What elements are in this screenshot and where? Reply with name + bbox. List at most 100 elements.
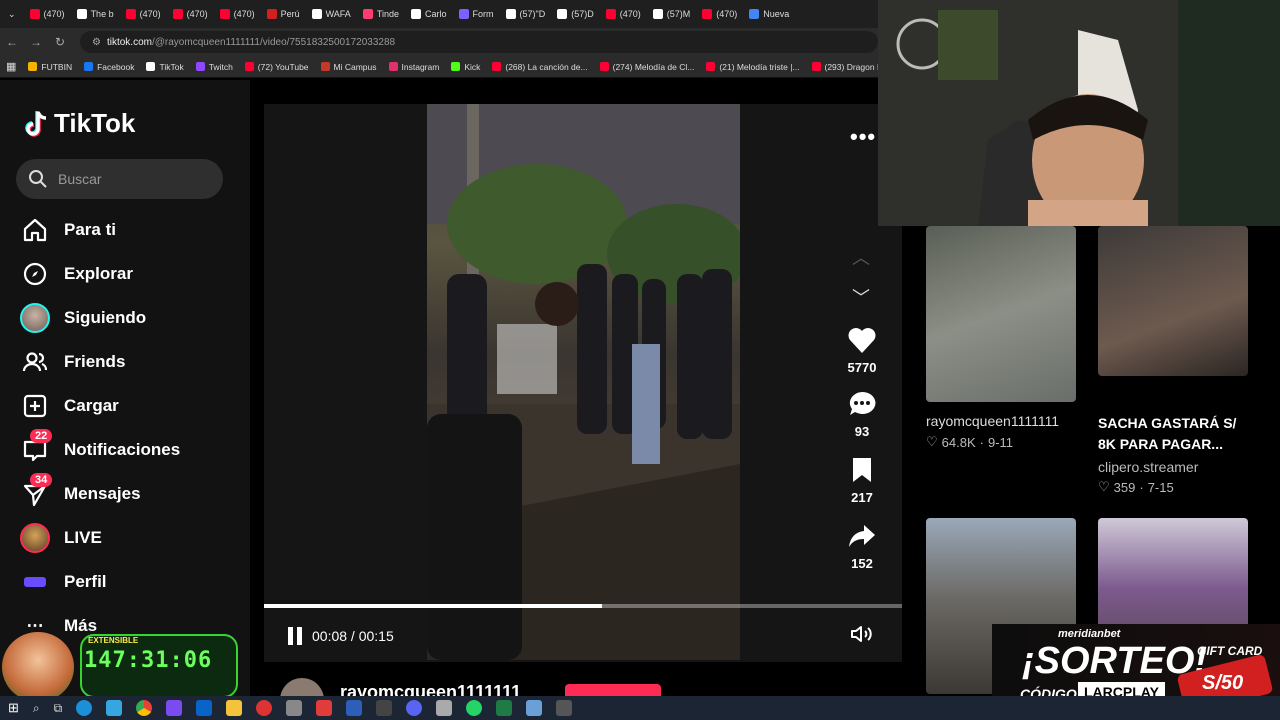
recommended-video-title[interactable]: SACHA GASTARÁ S/ 8K PARA PAGAR... [1098, 413, 1258, 455]
app-icon[interactable] [376, 700, 393, 716]
nav-cargar[interactable]: Cargar [20, 390, 119, 422]
like-action[interactable]: 5770 [842, 326, 882, 375]
back-icon[interactable]: ← [0, 35, 24, 49]
nav-notificaciones[interactable]: 22 Notificaciones [20, 429, 180, 466]
nav-para-ti[interactable]: Para ti [20, 214, 116, 246]
author-name[interactable]: rayomcqueen1111111 [340, 682, 521, 696]
bookmark-item[interactable]: (268) La canción de... [486, 62, 593, 72]
store-icon[interactable] [106, 700, 123, 716]
recommended-video-author[interactable]: clipero.streamer [1098, 459, 1198, 475]
windows-taskbar: ⊞ ⌕ ⧉ [0, 696, 1280, 720]
recommended-video-author[interactable]: rayomcqueen1111111 [926, 413, 1059, 429]
video-progress-bar[interactable] [264, 604, 902, 608]
app-icon[interactable] [286, 700, 303, 716]
heart-outline-icon: ♡ [926, 434, 938, 449]
browser-tab[interactable]: (57)D [551, 0, 600, 28]
chrome-icon[interactable] [136, 700, 153, 716]
more-options-icon[interactable]: ••• [850, 124, 876, 150]
search-input[interactable] [58, 171, 208, 187]
share-action[interactable]: 152 [842, 522, 882, 571]
recommended-video-thumbnail[interactable] [1098, 226, 1248, 376]
app-icon[interactable] [316, 700, 333, 716]
bookmark-label: (293) Dragon Ball E... [824, 61, 879, 72]
bookmark-item[interactable]: FUTBIN [22, 62, 78, 72]
bookmark-item[interactable]: Twitch [190, 62, 239, 72]
browser-tab[interactable]: (470) [24, 0, 71, 28]
video-controls: 00:08 / 00:15 [264, 618, 902, 654]
browser-tab[interactable]: (470) [167, 0, 214, 28]
bookmark-item[interactable]: Facebook [78, 62, 140, 72]
app-icon[interactable] [436, 700, 453, 716]
apps-grid-icon[interactable]: ▦ [0, 60, 22, 73]
bookmark-item[interactable]: (274) Melodía de Cl... [594, 62, 701, 72]
edge-icon[interactable] [76, 700, 93, 716]
calculator-icon[interactable] [556, 700, 573, 716]
previous-video-icon[interactable]: ︿ [852, 244, 870, 270]
bookmarks-bar: ▦ FUTBIN Facebook TikTok Twitch (72) YouTube… [0, 56, 878, 78]
bookmark-item[interactable]: (293) Dragon Ball E... [806, 61, 879, 72]
tab-favicon-icon [266, 9, 277, 19]
browser-tab[interactable]: Nueva [743, 0, 795, 28]
tab-label: Carlo [425, 9, 447, 19]
author-avatar[interactable] [280, 678, 324, 696]
bookmark-item[interactable]: (72) YouTube [239, 62, 315, 72]
nav-live[interactable]: LIVE [20, 522, 102, 554]
browser-tab[interactable]: Carlo [405, 0, 453, 28]
nav-siguiendo[interactable]: Siguiendo [20, 302, 146, 334]
save-action[interactable]: 217 [842, 456, 882, 505]
meta-separator: · [1139, 479, 1144, 495]
browser-tab[interactable]: (470) [600, 0, 647, 28]
nav-friends[interactable]: Friends [20, 346, 125, 378]
search-icon[interactable]: ⌕ [33, 701, 40, 716]
forward-icon[interactable]: → [24, 35, 48, 49]
whatsapp-icon[interactable] [466, 700, 483, 716]
browser-tab[interactable]: Form [453, 0, 500, 28]
next-video-icon[interactable]: ﹀ [852, 284, 870, 310]
nav-label: Cargar [64, 396, 119, 415]
browser-tab[interactable]: (470) [214, 0, 261, 28]
volume-icon[interactable] [850, 624, 874, 649]
browser-tab[interactable]: Tinde [357, 0, 405, 28]
bookmark-item[interactable]: Instagram [383, 62, 446, 72]
app-icon[interactable] [526, 700, 543, 716]
recommended-video-thumbnail[interactable] [926, 226, 1076, 402]
url-field[interactable]: ⚙ tiktok.com/@rayomcqueen1111111/video/7… [80, 31, 878, 53]
browser-tab[interactable]: WAFA [306, 0, 357, 28]
site-info-icon[interactable]: ⚙ [92, 37, 101, 48]
outlook-icon[interactable] [196, 700, 213, 716]
start-icon[interactable]: ⊞ [8, 700, 19, 716]
follow-button[interactable] [565, 684, 661, 696]
post-date: 7-15 [1147, 479, 1174, 495]
browser-tab[interactable]: The b [71, 0, 120, 28]
pause-icon[interactable] [288, 627, 302, 645]
excel-icon[interactable] [496, 700, 513, 716]
tab-label: (470) [233, 9, 255, 19]
heart-outline-icon: ♡ [1098, 479, 1110, 494]
task-view-icon[interactable]: ⧉ [54, 701, 63, 716]
reload-icon[interactable]: ↻ [48, 35, 72, 49]
file-explorer-icon[interactable] [226, 700, 243, 716]
search-box[interactable] [16, 159, 223, 199]
app-icon[interactable] [166, 700, 183, 716]
bookmark-item[interactable]: TikTok [140, 62, 189, 72]
browser-tab[interactable]: (57)"D [500, 0, 552, 28]
discord-icon[interactable] [406, 700, 423, 716]
bookmark-item[interactable]: Kick [445, 62, 486, 72]
nav-mensajes[interactable]: 34 Mensajes [20, 473, 141, 510]
browser-tab[interactable]: (470) [120, 0, 167, 28]
browser-tab[interactable]: (57)M [647, 0, 697, 28]
word-icon[interactable] [346, 700, 363, 716]
comment-count: 93 [854, 424, 870, 439]
bookmark-item[interactable]: Mi Campus [315, 62, 383, 72]
bookmark-item[interactable]: (21) Melodía triste |... [700, 62, 805, 72]
browser-tab[interactable]: Perú [261, 0, 306, 28]
tab-list-button[interactable]: ⌄ [0, 0, 24, 28]
video-frame[interactable] [427, 104, 740, 660]
nav-explorar[interactable]: Explorar [20, 258, 133, 290]
browser-tab[interactable]: (470) [696, 0, 743, 28]
tiktok-logo[interactable]: TikTok [24, 108, 135, 139]
nav-perfil[interactable]: Perfil [20, 566, 107, 598]
comment-action[interactable]: 93 [842, 390, 882, 439]
app-icon[interactable] [256, 700, 273, 716]
inbox-icon: 22 [20, 429, 53, 465]
